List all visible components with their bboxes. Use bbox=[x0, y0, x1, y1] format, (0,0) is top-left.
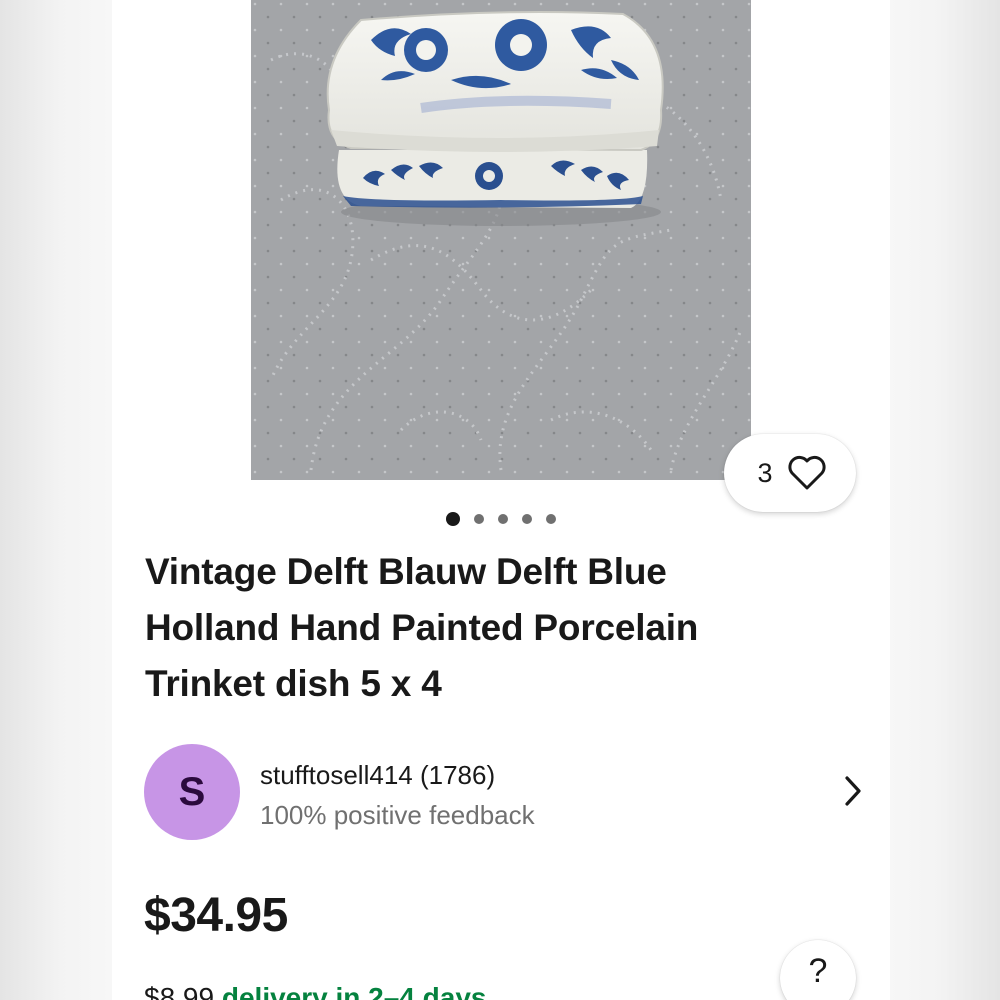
listing-title: Vintage Delft Blauw Delft Blue Holland H… bbox=[145, 551, 699, 704]
carousel-dot[interactable] bbox=[498, 514, 508, 524]
delivery-estimate: delivery in 2–4 days bbox=[221, 982, 487, 1000]
image-carousel[interactable]: 3 bbox=[112, 0, 890, 512]
help-button[interactable]: ? bbox=[780, 940, 856, 1000]
heart-icon bbox=[787, 455, 826, 490]
shipping-info: $8.99 delivery in 2–4 days bbox=[144, 982, 486, 1000]
seller-initial: S bbox=[178, 769, 206, 814]
carousel-dot[interactable] bbox=[546, 514, 556, 524]
seller-avatar[interactable]: S bbox=[144, 744, 240, 840]
listing-card: 3 Vintage Delft Blauw Delft Blue Holland… bbox=[112, 0, 890, 1000]
carousel-dot[interactable] bbox=[474, 514, 484, 524]
product-photo[interactable] bbox=[251, 0, 751, 480]
item-price: $34.95 bbox=[144, 889, 288, 942]
watch-count: 3 bbox=[757, 457, 773, 488]
seller-feedback: 100% positive feedback bbox=[260, 800, 535, 830]
carousel-dot-active[interactable] bbox=[446, 512, 460, 526]
shipping-cost: $8.99 bbox=[144, 982, 215, 1000]
carousel-dot[interactable] bbox=[522, 514, 532, 524]
seller-name[interactable]: stufftosell414 (1786) bbox=[260, 760, 495, 791]
seller-info-row[interactable]: S stufftosell414 (1786) 100% positive fe… bbox=[144, 744, 864, 840]
question-icon: ? bbox=[808, 951, 828, 990]
carousel-indicator bbox=[112, 512, 890, 526]
chevron-right-icon[interactable] bbox=[842, 774, 864, 808]
watch-button[interactable]: 3 bbox=[724, 434, 856, 512]
